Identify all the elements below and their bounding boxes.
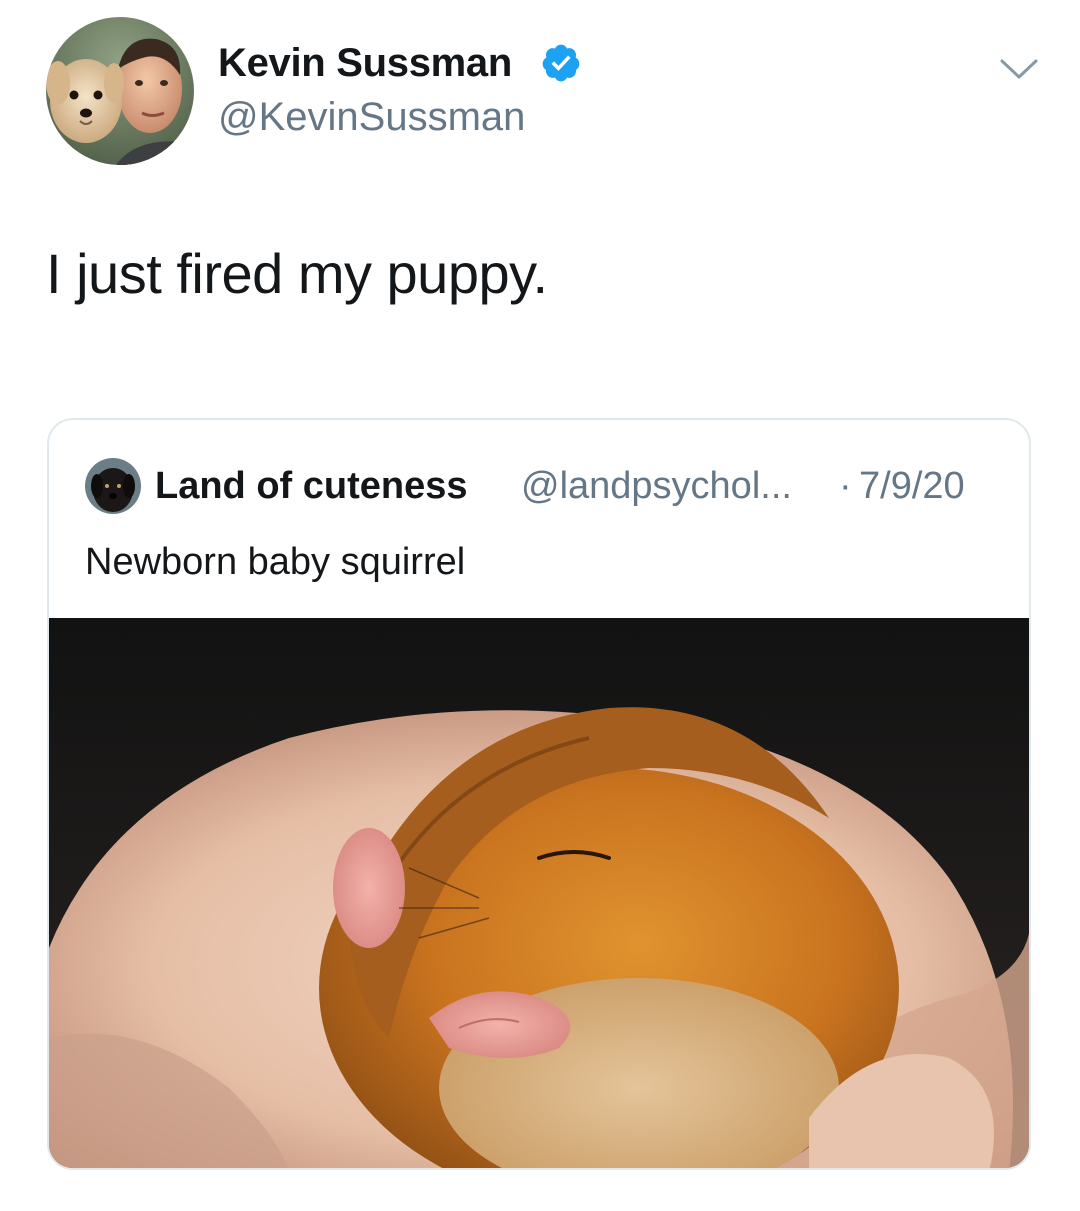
- tweet-text: I just fired my puppy.: [46, 242, 548, 305]
- author-avatar[interactable]: [46, 17, 194, 165]
- quoted-tweet-card[interactable]: Land of cuteness @landpsychol... · 7/9/2…: [47, 418, 1031, 1170]
- quoted-tweet-photo[interactable]: [49, 618, 1029, 1168]
- quoted-author-avatar[interactable]: [85, 458, 141, 514]
- quoted-author-name[interactable]: Land of cuteness: [155, 462, 468, 510]
- chevron-down-icon[interactable]: [996, 52, 1042, 86]
- author-name[interactable]: Kevin Sussman: [218, 38, 512, 88]
- quoted-tweet-text: Newborn baby squirrel: [85, 541, 466, 583]
- separator-dot: ·: [839, 465, 852, 507]
- verified-badge-icon: [542, 44, 580, 82]
- tweet: Kevin Sussman @KevinSussman I just fired…: [0, 0, 1080, 1211]
- quoted-tweet-date[interactable]: 7/9/20: [859, 462, 965, 510]
- sleeping-squirrel-photo-icon: [49, 618, 1029, 1168]
- author-handle[interactable]: @KevinSussman: [218, 92, 525, 142]
- black-dog-icon: [85, 458, 141, 514]
- quoted-author-handle[interactable]: @landpsychol...: [521, 462, 792, 510]
- profile-photo-icon: [46, 17, 194, 165]
